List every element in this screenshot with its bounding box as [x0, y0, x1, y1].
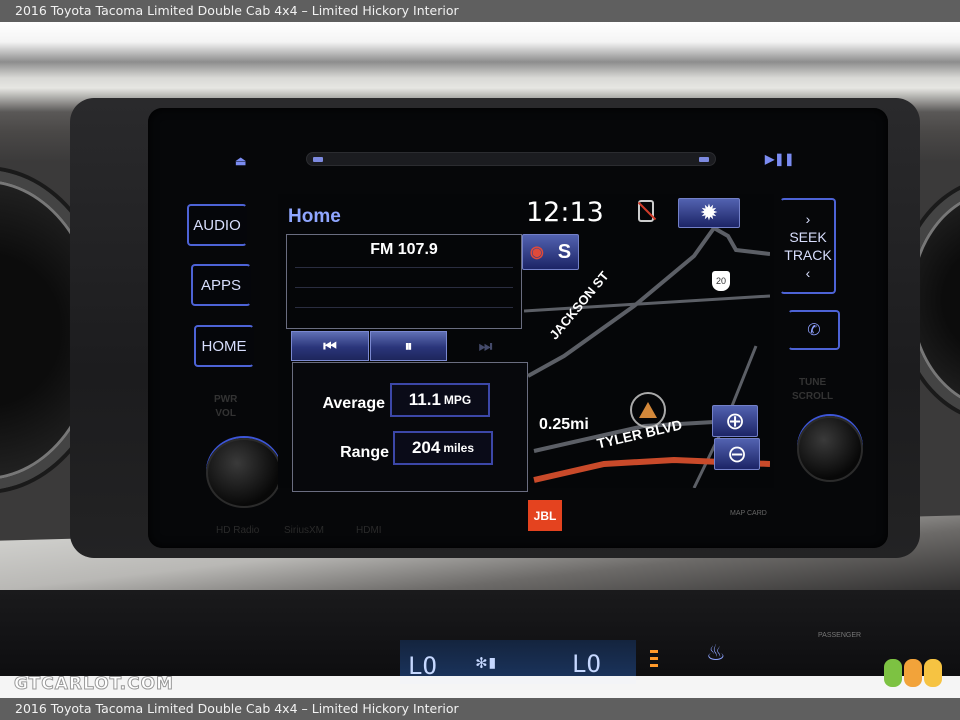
caption-bottom: 2016 Toyota Tacoma Limited Double Cab 4x…: [0, 698, 960, 720]
map-road-20: [524, 294, 770, 313]
zoom-in-icon: ⊕: [724, 407, 746, 435]
screen-title: Home: [288, 206, 341, 227]
phone-button[interactable]: ✆: [788, 310, 840, 350]
fan-icon: ✻▮: [476, 652, 498, 673]
map-card-slot-label: MAP CARD: [730, 510, 767, 517]
pause-button[interactable]: ⏸: [370, 331, 447, 361]
slot-indicator-left: [313, 157, 323, 162]
previous-icon: ⏮: [323, 337, 337, 355]
clock: 12:13: [526, 197, 604, 228]
tune-label: TUNE: [798, 377, 827, 388]
no-phone-connected-icon: [638, 200, 654, 222]
pause-icon: ⏸: [404, 337, 413, 355]
seek-label: SEEK: [789, 229, 827, 245]
tune-scroll-label: TUNE SCROLL: [792, 376, 833, 404]
slot-indicator-right: [699, 157, 709, 162]
average-unit: MPG: [443, 393, 472, 407]
route-shield-icon: 20: [712, 271, 730, 291]
range-label: Range: [340, 444, 389, 461]
zoom-out-button[interactable]: ⊖: [714, 438, 760, 470]
previous-track-button[interactable]: ⏮: [291, 331, 369, 361]
pwr-vol-label: PWR VOL: [214, 393, 237, 421]
heated-seat-icon[interactable]: ♨: [706, 640, 726, 666]
zoom-out-icon: ⊖: [726, 440, 748, 468]
power-volume-knob[interactable]: [206, 438, 282, 508]
heat-level-indicator: [650, 650, 658, 671]
heading-label: S: [557, 240, 572, 263]
average-value: 11.1 MPG: [390, 383, 490, 417]
eject-icon[interactable]: ⏏: [235, 154, 246, 168]
divider: [295, 287, 513, 288]
logo-dot-orange: [904, 659, 922, 687]
phone-icon: ✆: [807, 322, 821, 339]
logo-dot-green: [884, 659, 902, 687]
average-label: Average: [322, 395, 385, 412]
map-scale-label: 0.25mi: [539, 416, 589, 433]
caption-top: 2016 Toyota Tacoma Limited Double Cab 4x…: [0, 0, 960, 22]
site-logo: [884, 659, 942, 687]
scroll-label: SCROLL: [792, 391, 834, 402]
chevron-left-icon: ‹: [805, 265, 811, 281]
play-pause-icon[interactable]: ▶❚❚: [765, 152, 794, 166]
jbl-badge: JBL: [528, 500, 562, 531]
apps-button[interactable]: APPS: [191, 264, 251, 306]
track-label: TRACK: [784, 247, 832, 263]
tune-scroll-knob[interactable]: [797, 416, 863, 482]
chevron-right-icon: ›: [805, 211, 811, 227]
hvac-right-temp: LO: [572, 650, 601, 678]
range-number: 204: [411, 438, 441, 457]
logo-dot-yellow: [924, 659, 942, 687]
range-unit: miles: [443, 441, 475, 455]
divider: [295, 267, 513, 268]
compass-icon: ◉: [529, 244, 544, 261]
fuel-economy-widget[interactable]: Average 11.1 MPG Range 204 miles: [292, 362, 528, 492]
range-value: 204 miles: [393, 431, 493, 465]
vehicle-position-arrow: [639, 402, 657, 418]
average-number: 11.1: [408, 390, 441, 409]
station-label: FM 107.9: [370, 241, 438, 258]
radio-widget[interactable]: FM 107.9: [286, 234, 522, 329]
next-icon: ⏭: [478, 337, 493, 355]
settings-button[interactable]: ✹: [678, 198, 740, 228]
divider: [295, 307, 513, 308]
hdmi-label: HDMI: [356, 525, 382, 536]
hd-radio-label: HD Radio: [216, 525, 260, 536]
home-button[interactable]: HOME: [194, 325, 254, 367]
heading-button[interactable]: ◉ S: [522, 234, 579, 270]
cd-slot: [306, 152, 716, 166]
zoom-in-button[interactable]: ⊕: [712, 405, 758, 437]
audio-button[interactable]: AUDIO: [187, 204, 247, 246]
gear-icon: ✹: [699, 200, 719, 225]
vol-label: VOL: [215, 408, 236, 419]
siriusxm-label: SiriusXM: [284, 525, 325, 536]
pwr-label: PWR: [214, 394, 238, 405]
next-track-button: ⏭: [448, 331, 523, 361]
watermark: GTCARLOT.COM: [14, 674, 174, 695]
seek-track-button[interactable]: › SEEK TRACK ‹: [780, 198, 836, 294]
passenger-label: PASSENGER: [818, 632, 862, 639]
